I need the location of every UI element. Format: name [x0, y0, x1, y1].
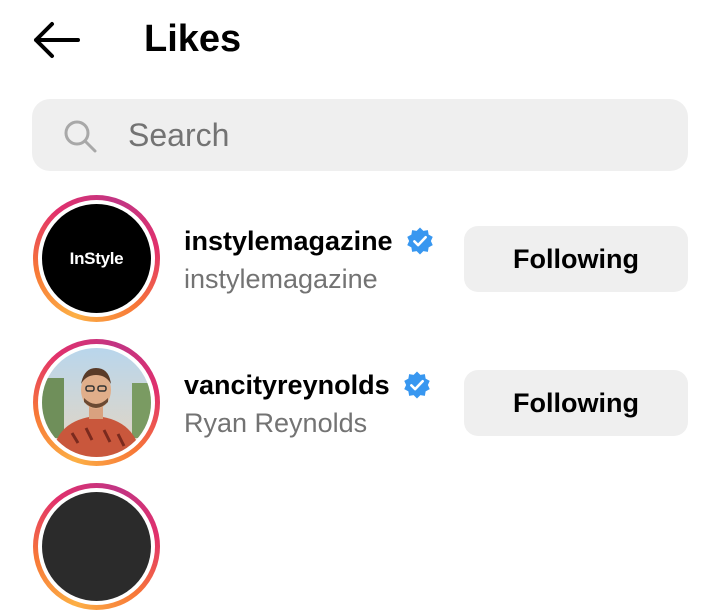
list-item[interactable]: InStyle instylemagazine instylemagazine … [0, 195, 720, 335]
story-ring[interactable]: InStyle [33, 195, 160, 322]
instyle-logo: InStyle [69, 248, 124, 268]
back-button[interactable] [30, 20, 82, 60]
verified-badge-icon [403, 371, 430, 399]
list-item[interactable]: vancityreynolds Ryan Reynolds Following [0, 339, 720, 479]
search-icon [64, 120, 97, 153]
story-ring[interactable] [33, 339, 160, 466]
avatar: InStyle [42, 204, 151, 313]
username[interactable]: vancityreynolds [184, 368, 432, 402]
search-input[interactable] [128, 112, 668, 158]
following-button[interactable]: Following [464, 370, 688, 436]
page-title: Likes [144, 18, 242, 60]
username[interactable]: instylemagazine [184, 224, 435, 258]
display-name: Ryan Reynolds [184, 408, 368, 438]
arrow-left-icon [34, 22, 80, 58]
following-button[interactable]: Following [464, 226, 688, 292]
display-name: instylemagazine [184, 264, 378, 294]
avatar-photo [42, 348, 151, 457]
avatar [42, 492, 151, 601]
verified-badge-icon [406, 227, 433, 255]
story-ring[interactable] [33, 483, 160, 610]
header: Likes [0, 0, 720, 80]
avatar [42, 348, 151, 457]
